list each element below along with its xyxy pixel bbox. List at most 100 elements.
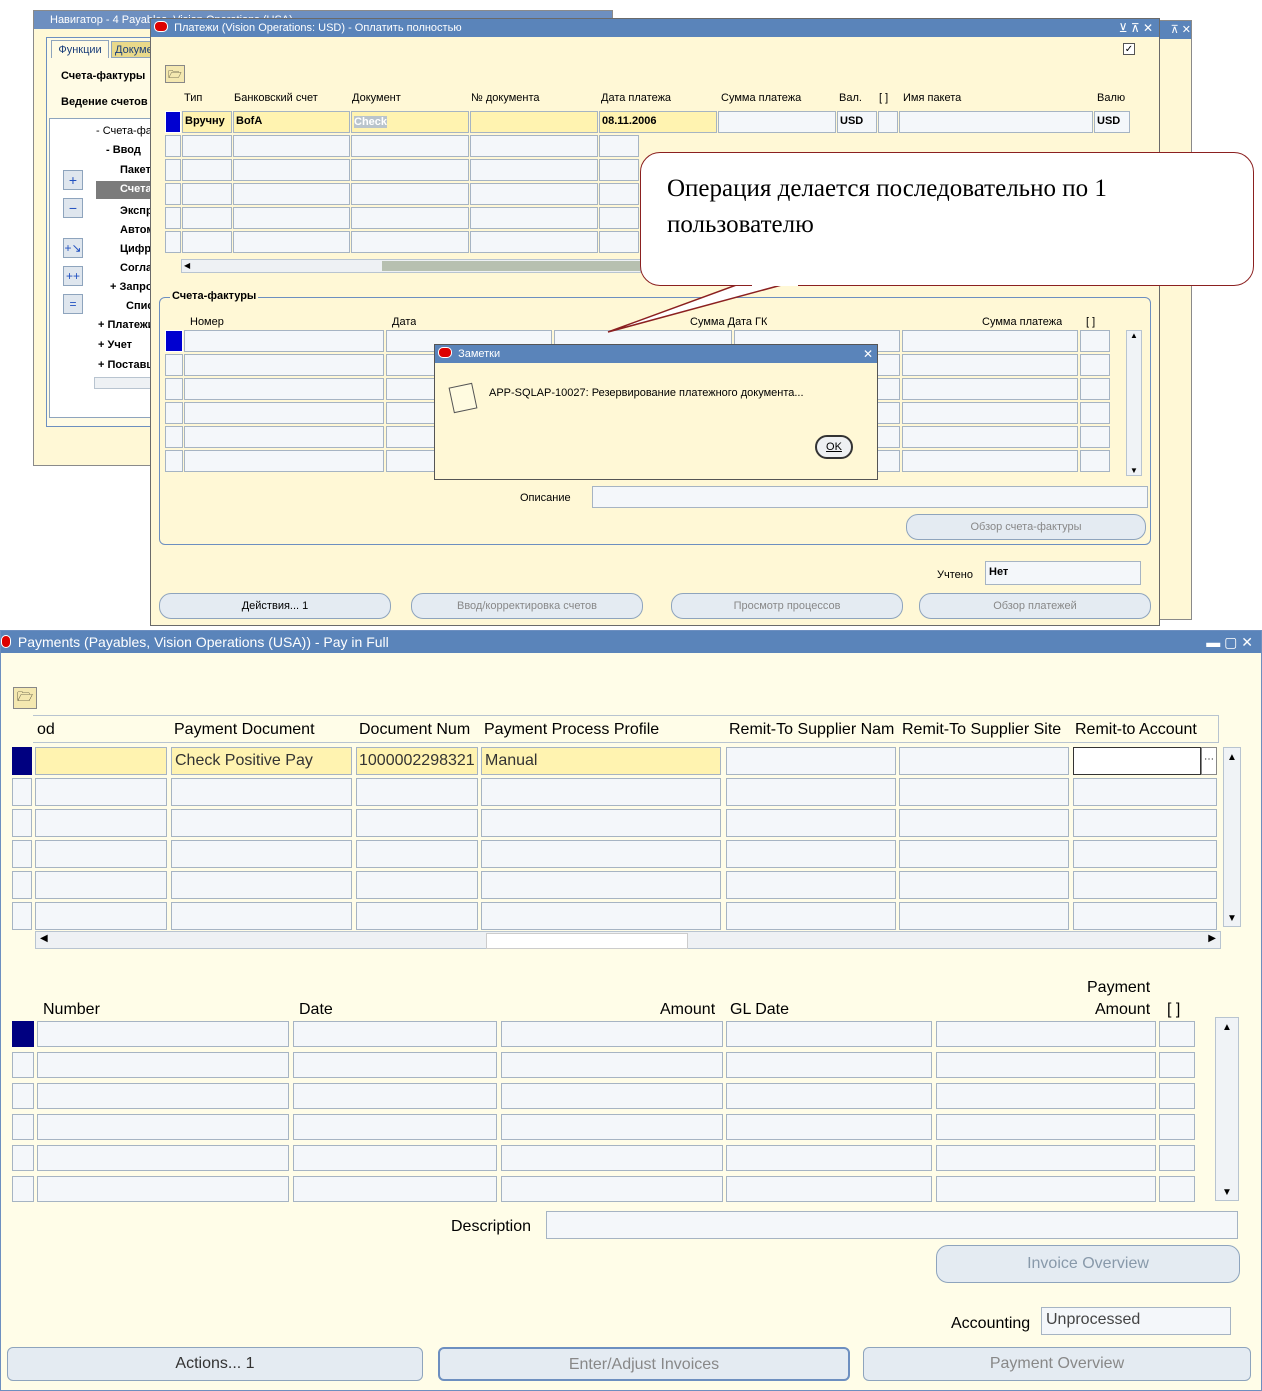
open-folder-icon[interactable]: 🗁 [13,687,37,709]
ru-hscroll[interactable]: ◀ [181,259,641,273]
invoice-cell[interactable] [1159,1176,1195,1202]
cell-batch[interactable] [899,111,1093,133]
expand-all-button[interactable]: ++ [63,266,83,286]
scroll-thumb[interactable] [486,933,688,949]
invoice-cell[interactable] [37,1021,289,1047]
en-hscroll[interactable]: ◀ ▶ [35,931,1221,949]
invoice-cell[interactable] [501,1145,723,1171]
collapse-button[interactable]: − [63,198,83,218]
en-invoice-overview-button[interactable]: Invoice Overview [936,1245,1240,1283]
table-cell[interactable] [356,778,478,806]
ru-window-titlebar[interactable]: Платежи (Vision Operations: USD) - Оплат… [151,19,1159,37]
table-cell[interactable] [351,183,469,205]
invoice-cell[interactable] [1080,426,1110,448]
invoice-row-indicator[interactable] [12,1114,34,1140]
invoice-cell[interactable] [1080,378,1110,400]
invoice-cell[interactable] [1080,354,1110,376]
note-dialog-titlebar[interactable]: Заметки ✕ [435,345,877,363]
invoice-row-indicator[interactable] [12,1052,34,1078]
invoice-cell[interactable] [501,1176,723,1202]
table-cell[interactable] [899,902,1069,930]
invoice-cell[interactable] [501,1083,723,1109]
table-cell[interactable] [470,231,598,253]
table-cell[interactable] [12,809,32,837]
ru-view-process-button[interactable]: Просмотр процессов [671,593,903,619]
invoice-cell[interactable] [37,1083,289,1109]
invoice-cell[interactable] [726,1176,932,1202]
table-cell[interactable] [182,207,232,229]
table-cell[interactable] [1073,902,1217,930]
table-cell[interactable] [12,902,32,930]
table-cell[interactable] [35,809,167,837]
table-cell[interactable] [182,159,232,181]
table-cell[interactable] [233,231,350,253]
table-cell[interactable] [356,809,478,837]
row-indicator[interactable] [12,747,32,775]
table-cell[interactable] [1073,871,1217,899]
invoice-cell[interactable] [1159,1114,1195,1140]
table-cell[interactable] [171,902,352,930]
table-cell[interactable] [351,159,469,181]
window-controls-icon[interactable]: ⊻ ⊼ ✕ [1119,19,1153,37]
invoice-cell[interactable] [184,354,384,376]
tree-item[interactable]: + Учет [98,339,132,351]
table-cell[interactable] [12,840,32,868]
lov-button[interactable]: ⋯ [1201,747,1217,775]
ru-inv-vscroll[interactable]: ▲ ▼ [1126,330,1142,476]
ru-payment-overview-button[interactable]: Обзор платежей [919,593,1151,619]
cell-amount[interactable] [718,111,836,133]
table-cell[interactable] [351,231,469,253]
invoice-cell[interactable] [501,1052,723,1078]
table-cell[interactable] [35,902,167,930]
open-folder-icon[interactable]: 🗁 [165,65,185,83]
invoice-row-indicator[interactable] [12,1176,34,1202]
invoice-cell[interactable] [184,378,384,400]
invoice-cell[interactable] [293,1021,497,1047]
invoice-cell[interactable] [936,1176,1156,1202]
invoice-cell[interactable] [726,1083,932,1109]
cell-remit-supplier[interactable] [726,747,896,775]
cell-currency2[interactable]: USD [1094,111,1130,133]
invoice-row-indicator[interactable] [165,402,183,424]
table-cell[interactable] [165,207,181,229]
invoice-row-indicator[interactable] [12,1145,34,1171]
table-cell[interactable] [182,135,232,157]
cell-document-num[interactable]: 1000002298321 [356,747,478,775]
table-cell[interactable] [726,871,896,899]
invoice-row-indicator[interactable] [165,354,183,376]
scroll-down-arrow[interactable]: ▼ [1216,1187,1238,1198]
table-cell[interactable] [12,871,32,899]
scroll-down-arrow[interactable]: ▼ [1224,913,1240,924]
invoice-cell[interactable] [184,330,384,352]
table-cell[interactable] [481,809,721,837]
invoice-cell[interactable] [726,1114,932,1140]
table-cell[interactable] [165,159,181,181]
table-cell[interactable] [182,231,232,253]
table-cell[interactable] [481,840,721,868]
row-indicator[interactable] [165,111,181,133]
ru-enter-invoices-button[interactable]: Ввод/корректировка счетов [411,593,643,619]
table-cell[interactable] [233,159,350,181]
cell-type[interactable]: Вручну [182,111,232,133]
row-indicator[interactable] [165,135,181,157]
collapse-all-button[interactable]: = [63,294,83,314]
invoice-cell[interactable] [37,1176,289,1202]
invoice-cell[interactable] [1159,1052,1195,1078]
checkbox-icon[interactable]: ✓ [1123,43,1135,55]
table-cell[interactable] [233,135,350,157]
en-payment-overview-button[interactable]: Payment Overview [863,1347,1251,1381]
table-cell[interactable] [356,871,478,899]
table-cell[interactable] [726,778,896,806]
invoice-row-indicator[interactable] [165,426,183,448]
scroll-left-arrow[interactable]: ◀ [184,261,194,271]
table-cell[interactable] [182,183,232,205]
invoice-cell[interactable] [936,1021,1156,1047]
invoice-cell[interactable] [184,450,384,472]
invoice-cell[interactable] [936,1083,1156,1109]
cell-payment-document[interactable]: Check Positive Pay [171,747,352,775]
invoice-cell[interactable] [726,1021,932,1047]
invoice-cell[interactable] [936,1052,1156,1078]
invoice-cell[interactable] [501,1114,723,1140]
en-actions-button[interactable]: Actions... 1 [7,1347,423,1381]
table-cell[interactable] [470,135,598,157]
